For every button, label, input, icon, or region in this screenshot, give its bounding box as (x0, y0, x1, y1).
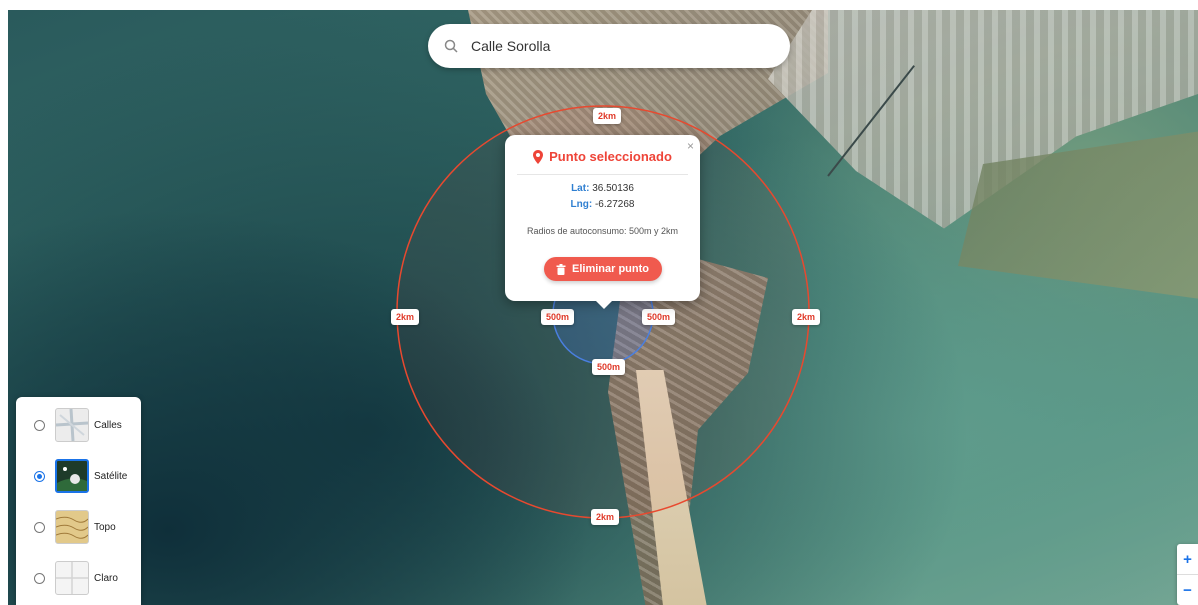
light-thumbnail-icon (55, 561, 89, 595)
layer-option-calles[interactable]: Calles (16, 407, 141, 443)
search-bar[interactable] (428, 24, 790, 68)
layer-option-claro[interactable]: Claro (16, 560, 141, 596)
radius-label-2km-west: 2km (391, 309, 420, 325)
layer-label-calles: Calles (94, 419, 122, 431)
radius-label-500m-west: 500m (541, 309, 575, 325)
satellite-thumbnail-icon (55, 459, 89, 493)
radius-label-500m-east: 500m (642, 309, 676, 325)
radii-description: Radios de autoconsumo: 500m y 2km (526, 226, 679, 236)
radius-label-500m-south: 500m (592, 359, 626, 375)
layer-radio-topo[interactable] (34, 521, 45, 533)
search-icon (444, 39, 458, 53)
layer-option-topo[interactable]: Topo (16, 509, 141, 545)
layer-radio-satelite[interactable] (34, 470, 45, 482)
popup-title: Punto seleccionado (549, 149, 672, 164)
layer-option-satelite[interactable]: Satélite (16, 458, 141, 494)
layer-radio-claro[interactable] (34, 572, 45, 584)
streets-thumbnail-icon (55, 408, 89, 442)
delete-point-label: Eliminar punto (572, 263, 649, 275)
close-icon[interactable]: × (687, 139, 694, 153)
layer-label-satelite: Satélite (94, 470, 128, 482)
point-popup: × Punto seleccionado Lat: 36.50136 Lng: … (505, 135, 700, 309)
lng-label: Lng: (570, 199, 593, 210)
zoom-in-button[interactable]: + (1177, 544, 1198, 574)
lng-value: -6.27268 (594, 199, 635, 210)
longitude-row: Lng: -6.27268 (505, 199, 700, 210)
delete-point-button[interactable]: Eliminar punto (543, 257, 662, 281)
topo-thumbnail-icon (55, 510, 89, 544)
lat-label: Lat: (571, 183, 590, 194)
trash-icon (556, 263, 566, 275)
map-pin-icon (533, 149, 544, 164)
zoom-out-button[interactable]: − (1177, 574, 1198, 605)
layer-selector: Calles Satélite Topo Claro (16, 397, 141, 605)
radius-label-2km-east: 2km (792, 309, 821, 325)
zoom-control: + − (1177, 544, 1198, 605)
radius-label-2km-south: 2km (591, 509, 620, 525)
search-input[interactable] (469, 37, 773, 55)
popup-divider (517, 174, 688, 175)
layer-radio-calles[interactable] (34, 419, 45, 431)
latitude-row: Lat: 36.50136 (505, 183, 700, 194)
radius-label-2km-north: 2km (593, 108, 622, 124)
lat-value: 36.50136 (592, 183, 634, 194)
layer-label-claro: Claro (94, 572, 118, 584)
layer-label-topo: Topo (94, 521, 116, 533)
